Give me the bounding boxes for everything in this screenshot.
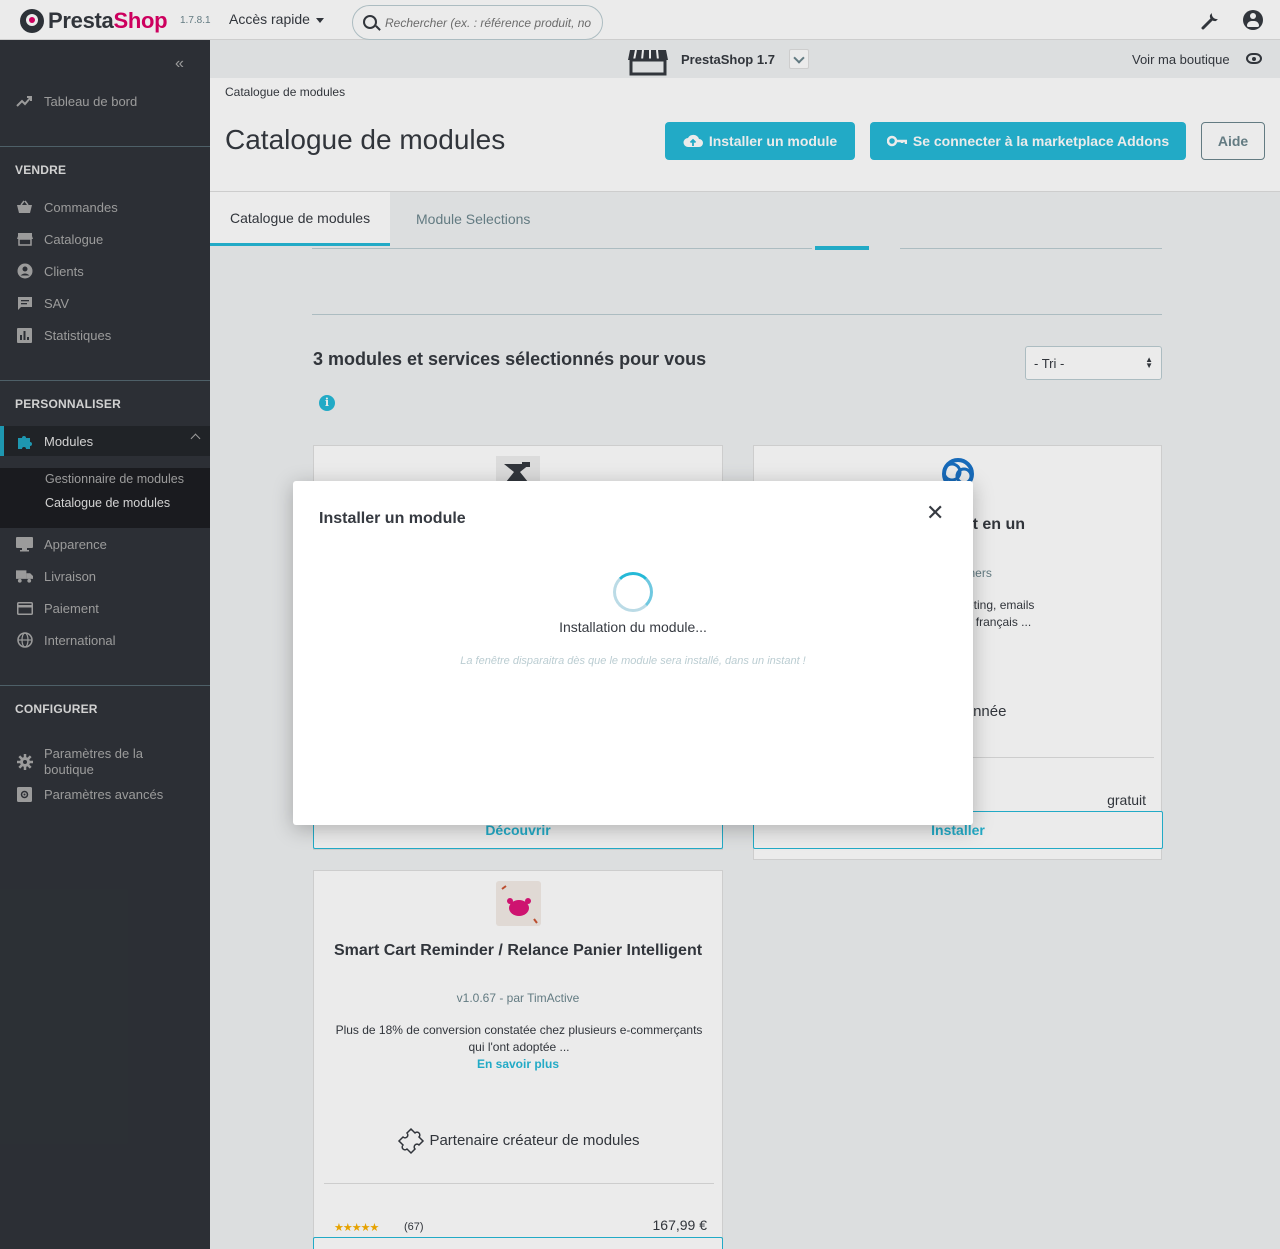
modal-backdrop-top: [0, 0, 1280, 40]
modal-backdrop-sidebar: [0, 40, 210, 1249]
modal-note-text: La fenêtre disparaitra dès que le module…: [460, 655, 806, 667]
loading-spinner-icon: [613, 572, 653, 612]
close-icon[interactable]: ✕: [926, 501, 944, 525]
modal-title: Installer un module: [319, 510, 466, 527]
install-module-modal: Installer un module ✕ Installation du mo…: [293, 481, 973, 825]
modal-status-text: Installation du module...: [559, 619, 707, 635]
